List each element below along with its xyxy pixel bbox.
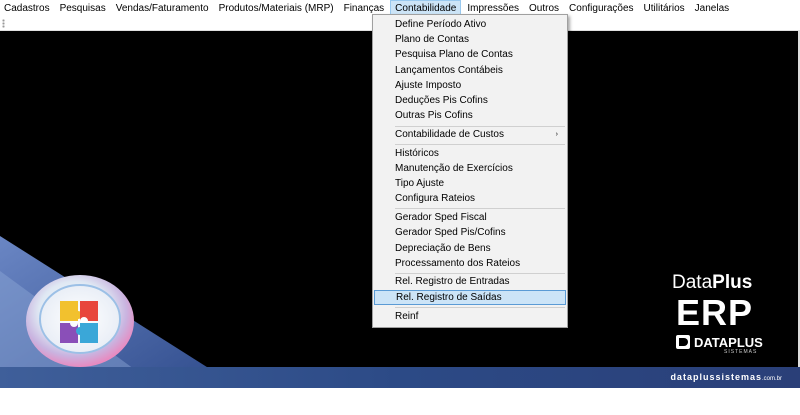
bottom-area [0,388,800,415]
toolbar-grip-handle[interactable] [2,19,5,28]
brand-company: DATAPLUS [694,335,763,350]
menu-item-gerador-sped-pis-cofins[interactable]: Gerador Sped Pis/Cofins [374,225,566,240]
menu-vendas-faturamento[interactable]: Vendas/Faturamento [112,0,213,17]
menu-item-label: Contabilidade de Custos [395,129,504,140]
menu-item-tipo-ajuste[interactable]: Tipo Ajuste [374,176,566,191]
menu-item-deducoes-pis-cofins[interactable]: Deduções Pis Cofins [374,93,566,108]
contabilidade-dropdown-menu: Define Período Ativo Plano de Contas Pes… [372,14,568,328]
menu-separator [395,144,565,145]
website-text: dataplussistemas.com.br [670,372,782,382]
menu-item-processamento-dos-rateios[interactable]: Processamento dos Rateios [374,256,566,271]
menu-janelas[interactable]: Janelas [691,0,733,17]
menu-item-define-periodo-ativo[interactable]: Define Período Ativo [374,17,566,32]
menu-configuracoes[interactable]: Configurações [565,0,637,17]
menu-item-depreciacao-de-bens[interactable]: Depreciação de Bens [374,241,566,256]
menu-separator [395,307,565,308]
menu-utilitarios[interactable]: Utilitários [640,0,689,17]
puzzle-logo-icon [26,275,134,367]
menu-produtos-materiais[interactable]: Produtos/Materiais (MRP) [215,0,338,17]
menu-item-historicos[interactable]: Históricos [374,146,566,161]
submenu-arrow-icon: › [555,131,558,138]
menu-item-lancamentos-contabeis[interactable]: Lançamentos Contábeis [374,63,566,78]
menu-item-ajuste-imposto[interactable]: Ajuste Imposto [374,78,566,93]
menu-item-contabilidade-de-custos[interactable]: Contabilidade de Custos › [374,127,566,142]
menu-item-outras-pis-cofins[interactable]: Outras Pis Cofins [374,108,566,123]
brand-erp: ERP [676,292,754,333]
menu-pesquisas[interactable]: Pesquisas [56,0,110,17]
menu-item-manutencao-de-exercicios[interactable]: Manutenção de Exercícios [374,161,566,176]
menu-item-reinf[interactable]: Reinf [374,309,566,324]
menu-item-rel-registro-de-saidas[interactable]: Rel. Registro de Saídas [374,290,566,305]
menu-item-pesquisa-plano-de-contas[interactable]: Pesquisa Plano de Contas [374,47,566,62]
menu-separator [395,208,565,209]
brand-dataplus: DataPlus [672,272,753,293]
menu-item-rel-registro-de-entradas[interactable]: Rel. Registro de Entradas [374,274,566,289]
brand-tagline: SISTEMAS [724,349,758,355]
menu-item-gerador-sped-fiscal[interactable]: Gerador Sped Fiscal [374,210,566,225]
menu-item-configura-rateios[interactable]: Configura Rateios [374,191,566,206]
dataplus-logo-icon [676,335,690,349]
menu-cadastros[interactable]: Cadastros [0,0,54,17]
menu-item-plano-de-contas[interactable]: Plano de Contas [374,32,566,47]
